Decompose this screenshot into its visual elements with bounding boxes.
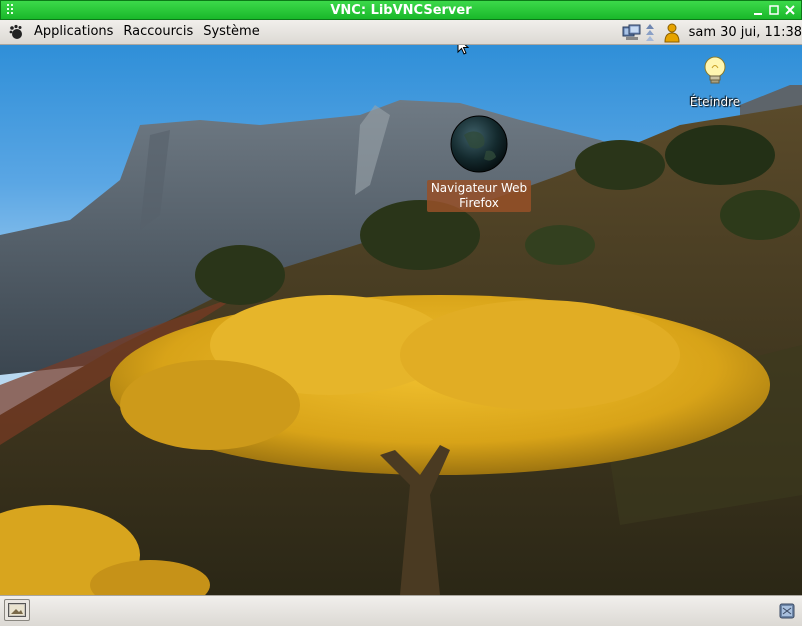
menu-raccourcis[interactable]: Raccourcis [118, 21, 198, 43]
wallpaper-image [0, 85, 802, 595]
close-button[interactable] [783, 3, 797, 17]
trash-icon [779, 603, 795, 619]
bottom-panel [0, 595, 802, 626]
desktop[interactable]: Navigateur Web Firefox Éteindre [0, 45, 802, 595]
network-monitor-icon[interactable] [621, 22, 643, 44]
shutdown-icon-label: Éteindre [689, 95, 741, 109]
gnome-foot-icon[interactable] [7, 23, 25, 41]
show-desktop-icon [8, 603, 26, 617]
mouse-cursor-icon [457, 45, 470, 55]
window-title: VNC: LibVNCServer [330, 2, 472, 18]
firefox-icon-label: Navigateur Web Firefox [426, 180, 532, 212]
workspace-switcher[interactable] [775, 599, 799, 621]
maximize-icon [769, 5, 779, 15]
window-titlebar[interactable]: VNC: LibVNCServer [0, 0, 802, 20]
shutdown-desktop-icon[interactable]: Éteindre [680, 55, 750, 111]
globe-icon [450, 115, 508, 173]
lightbulb-icon [704, 56, 726, 84]
maximize-button[interactable] [767, 3, 781, 17]
close-icon [785, 5, 795, 15]
minimize-button[interactable] [751, 3, 765, 17]
firefox-desktop-icon[interactable]: Navigateur Web Firefox [420, 115, 538, 212]
user-switcher-icon[interactable] [661, 22, 683, 44]
show-desktop-button[interactable] [4, 599, 30, 621]
clock[interactable]: sam 30 jui, 11:38 [689, 25, 802, 40]
window-list[interactable] [36, 599, 766, 623]
menu-systeme[interactable]: Système [198, 21, 264, 43]
window-menu-icon[interactable] [7, 4, 17, 16]
minimize-icon [754, 13, 762, 15]
menu-applications[interactable]: Applications [29, 21, 118, 43]
top-panel: Applications Raccourcis Système sam 30 j… [0, 20, 802, 45]
update-arrows-icon[interactable] [643, 22, 657, 44]
